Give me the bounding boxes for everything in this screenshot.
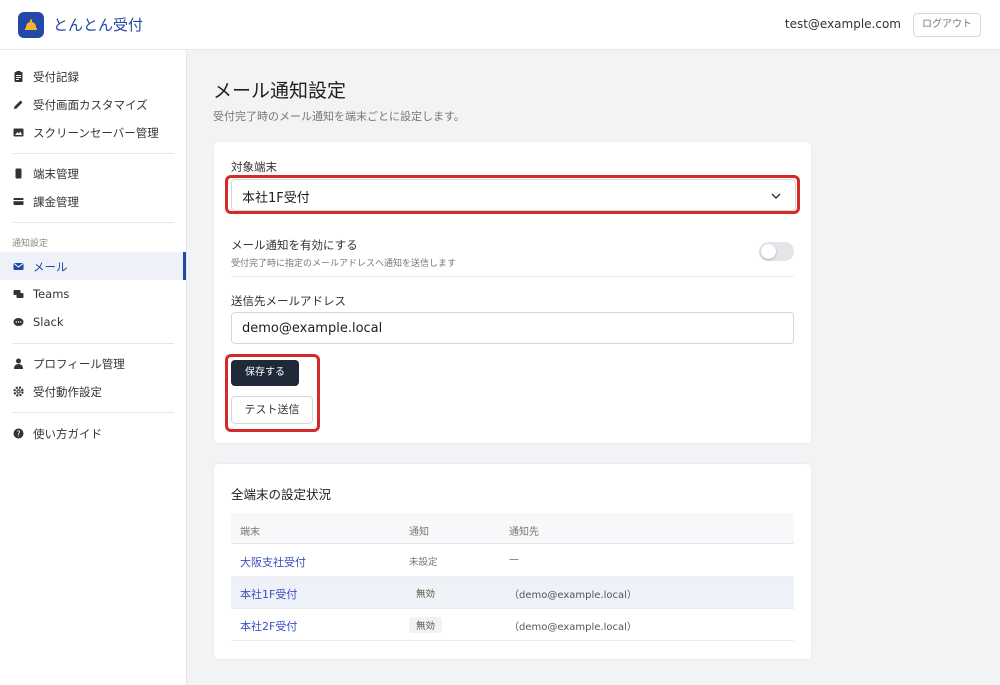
email-label: 送信先メールアドレス <box>231 294 346 308</box>
sidebar-item-label: スクリーンセーバー管理 <box>33 126 159 140</box>
sidebar-item-behavior[interactable]: 受付動作設定 <box>0 377 186 405</box>
sidebar-item-slack[interactable]: Slack <box>0 308 186 336</box>
image-icon <box>13 128 24 137</box>
pencil-icon <box>14 100 23 109</box>
sidebar-item-reception-log[interactable]: 受付記録 <box>0 62 186 90</box>
page-title: メール通知設定 <box>213 80 347 102</box>
sidebar-item-mail[interactable]: メール <box>0 252 186 280</box>
target-device-select[interactable]: 本社1F受付 <box>231 179 796 211</box>
status-badge: 無効 <box>409 617 443 633</box>
table-row: 大阪支社受付 未設定 — <box>231 545 794 577</box>
test-send-button[interactable]: テスト送信 <box>231 396 313 424</box>
status-card-title: 全端末の設定状況 <box>231 487 332 502</box>
sidebar-item-label: 使い方ガイド <box>33 427 102 441</box>
chat-icon <box>13 290 24 298</box>
gear-icon <box>13 386 24 397</box>
sidebar-item-teams[interactable]: Teams <box>0 280 186 308</box>
sidebar-item-customize[interactable]: 受付画面カスタマイズ <box>0 90 186 118</box>
terminal-link[interactable]: 大阪支社受付 <box>240 554 306 570</box>
bell-icon <box>18 12 44 38</box>
save-button[interactable]: 保存する <box>231 360 299 386</box>
sidebar-section-label: 通知設定 <box>12 239 49 249</box>
sidebar-divider <box>12 343 174 344</box>
page-subtitle: 受付完了時のメール通知を端末ごとに設定します。 <box>213 110 465 123</box>
column-header-destination: 通知先 <box>509 527 539 538</box>
mail-icon <box>13 263 24 270</box>
sidebar-item-guide[interactable]: ? 使い方ガイド <box>0 419 186 447</box>
column-header-terminal: 端末 <box>240 527 260 538</box>
notify-destination: — <box>509 554 519 565</box>
sidebar-divider <box>12 153 174 154</box>
sidebar-item-screensaver[interactable]: スクリーンセーバー管理 <box>0 118 186 146</box>
svg-text:?: ? <box>16 429 20 438</box>
sidebar-item-profile[interactable]: プロフィール管理 <box>0 349 186 377</box>
status-badge: 無効 <box>409 585 443 601</box>
logout-button[interactable]: ログアウト <box>913 13 981 37</box>
sidebar-divider <box>12 222 174 223</box>
user-icon <box>14 358 23 369</box>
sidebar-divider <box>12 412 174 413</box>
target-device-value: 本社1F受付 <box>242 191 310 206</box>
target-device-label: 対象端末 <box>231 160 277 174</box>
sidebar-item-billing[interactable]: 課金管理 <box>0 187 186 215</box>
sidebar-item-label: 端末管理 <box>33 167 79 181</box>
table-row: 本社2F受付 無効 （demo@example.local） <box>231 609 794 641</box>
notify-destination: （demo@example.local） <box>509 590 637 601</box>
table-header: 端末 通知 通知先 <box>231 513 794 544</box>
question-icon: ? <box>13 428 24 439</box>
sidebar-item-label: プロフィール管理 <box>33 357 125 371</box>
enable-notify-toggle[interactable] <box>759 242 794 261</box>
email-field[interactable] <box>231 312 794 344</box>
enable-notify-description: 受付完了時に指定のメールアドレスへ通知を送信します <box>231 259 457 269</box>
speech-bubble-icon <box>13 318 24 326</box>
notify-destination: （demo@example.local） <box>509 622 637 633</box>
app-title: とんとん受付 <box>53 16 144 34</box>
device-icon <box>15 168 22 179</box>
sidebar-item-label: 受付画面カスタマイズ <box>33 98 148 112</box>
column-header-notify: 通知 <box>409 527 429 538</box>
terminal-link[interactable]: 本社2F受付 <box>240 618 297 634</box>
sidebar-item-label: Slack <box>33 315 64 329</box>
user-email: test@example.com <box>784 17 901 31</box>
sidebar-item-devices[interactable]: 端末管理 <box>0 159 186 187</box>
app-header: とんとん受付 test@example.com ログアウト <box>0 0 1000 50</box>
terminal-link[interactable]: 本社1F受付 <box>240 586 297 602</box>
sidebar-item-label: 受付記録 <box>33 70 79 84</box>
sidebar-item-label: メール <box>33 260 68 274</box>
credit-card-icon <box>13 198 24 205</box>
enable-notify-title: メール通知を有効にする <box>231 238 358 252</box>
section-divider <box>231 276 794 277</box>
toggle-knob <box>761 244 776 259</box>
clipboard-icon <box>14 71 23 82</box>
chevron-down-icon <box>771 193 781 199</box>
sidebar-item-label: 課金管理 <box>33 195 79 209</box>
table-row: 本社1F受付 無効 （demo@example.local） <box>231 577 794 609</box>
sidebar-item-label: 受付動作設定 <box>33 385 102 399</box>
notify-status: 未設定 <box>409 557 438 568</box>
sidebar-item-label: Teams <box>33 287 70 301</box>
